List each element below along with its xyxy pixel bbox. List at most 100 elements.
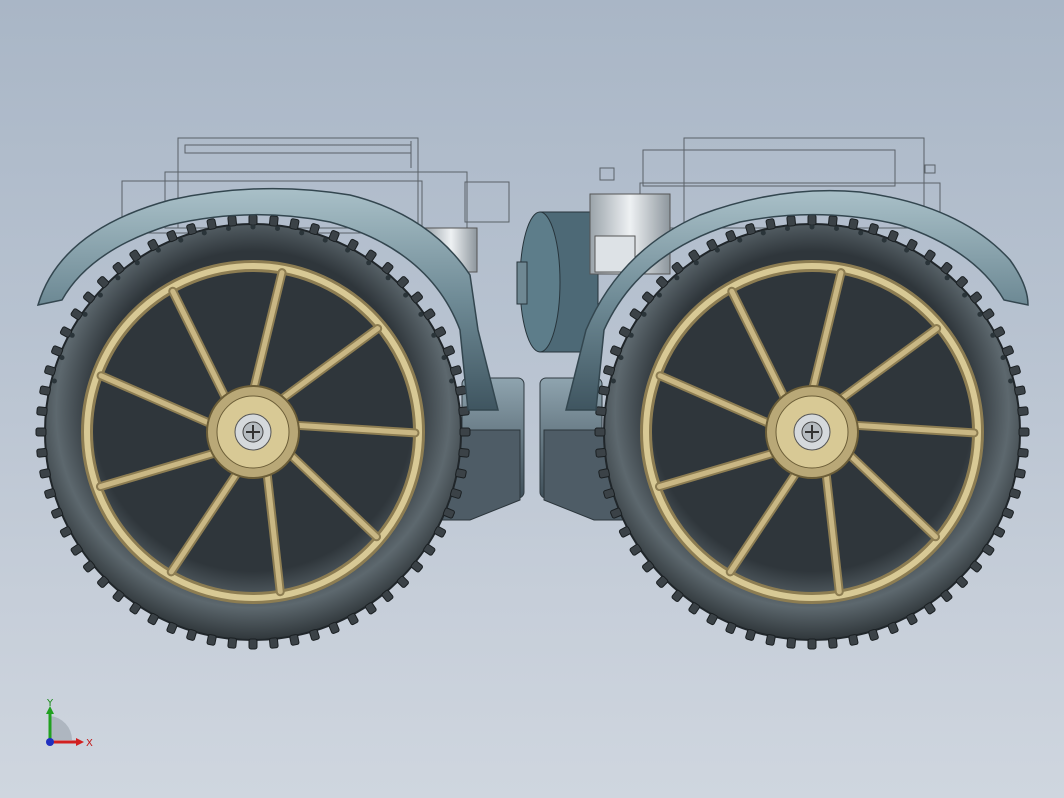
fender-stud	[418, 311, 424, 317]
fender-stud	[977, 311, 983, 317]
tread-block	[828, 215, 838, 227]
tread-block	[458, 448, 470, 458]
tread-block	[248, 638, 258, 650]
fender-stud	[714, 247, 720, 253]
tread-block	[206, 634, 217, 646]
tread-block	[1001, 507, 1014, 519]
fender-stud	[51, 378, 57, 384]
tread-block	[1018, 427, 1030, 437]
axis-triad: X Y	[46, 698, 93, 749]
tread-block	[1014, 385, 1026, 396]
tread-block	[309, 628, 320, 641]
tread-block	[807, 638, 817, 650]
fender-stud	[345, 247, 351, 253]
tread-block	[328, 621, 340, 634]
fender-stud	[904, 247, 910, 253]
fender-stud	[115, 275, 121, 281]
fender-stud	[134, 260, 140, 266]
tread-block	[44, 365, 57, 376]
tread-block	[887, 230, 899, 243]
fender-stud	[82, 311, 88, 317]
fender-stud	[250, 224, 256, 230]
tread-block	[603, 365, 616, 376]
fender-stud	[693, 260, 699, 266]
fender-stud	[299, 230, 305, 236]
fender-stud	[641, 311, 647, 317]
fender-stud	[834, 226, 839, 231]
tread-block	[595, 406, 607, 416]
tread-block	[35, 427, 47, 437]
tread-block	[887, 621, 899, 634]
fender-stud	[944, 275, 950, 281]
tread-block	[1008, 365, 1021, 376]
fender-stud	[178, 237, 184, 243]
tread-block	[765, 218, 776, 230]
fender-stud	[656, 292, 662, 298]
tread-block	[459, 427, 471, 437]
fender-stud	[962, 292, 968, 298]
tread-block	[598, 468, 610, 479]
tread-block	[51, 507, 64, 519]
fender-stud	[610, 378, 616, 384]
tread-block	[166, 621, 178, 634]
fender-stud	[322, 237, 328, 243]
tread-block	[44, 488, 57, 499]
tread-block	[1001, 345, 1014, 357]
fender-stud	[155, 247, 161, 253]
tread-block	[848, 218, 859, 230]
left-wheel[interactable]	[35, 187, 499, 650]
fender-stud	[441, 355, 447, 361]
tread-block	[1017, 448, 1029, 458]
tread-block	[166, 230, 178, 243]
fender-stud	[628, 332, 634, 338]
tread-block	[39, 468, 51, 479]
tread-block	[39, 385, 51, 396]
fender-stud	[618, 355, 624, 361]
tread-block	[328, 230, 340, 243]
fender-stud	[69, 332, 75, 338]
tread-block	[36, 406, 48, 416]
z-axis-icon	[46, 738, 54, 746]
fender-stud	[925, 260, 931, 266]
tread-block	[442, 345, 455, 357]
tread-block	[807, 214, 817, 226]
tread-block	[1014, 468, 1026, 479]
fender-stud	[1008, 378, 1014, 384]
fender-stud	[385, 275, 391, 281]
fender-stud	[431, 332, 437, 338]
fender-stud	[201, 230, 207, 236]
tread-block	[745, 628, 756, 641]
fender-stud	[226, 226, 231, 231]
fender-stud	[760, 230, 766, 236]
fender-stud	[1000, 355, 1006, 361]
fender-stud	[275, 226, 280, 231]
cad-viewport[interactable]	[0, 0, 1064, 798]
tread-block	[248, 214, 258, 226]
fender-stud	[449, 378, 455, 384]
tread-block	[206, 218, 217, 230]
tread-block	[765, 634, 776, 646]
tread-block	[227, 215, 237, 227]
fender-stud	[785, 226, 790, 231]
tread-block	[289, 634, 300, 646]
fender-stud	[858, 230, 864, 236]
tread-block	[1008, 488, 1021, 499]
fender-stud	[59, 355, 65, 361]
tread-block	[455, 468, 467, 479]
tread-block	[868, 628, 879, 641]
x-axis-label: X	[86, 738, 93, 749]
tread-block	[269, 637, 279, 649]
fender-stud	[881, 237, 887, 243]
fender-stud	[674, 275, 680, 281]
tread-block	[269, 215, 279, 227]
fender-stud	[990, 332, 996, 338]
tread-block	[449, 365, 462, 376]
tread-block	[725, 621, 737, 634]
tread-block	[595, 448, 607, 458]
tread-block	[828, 637, 838, 649]
tread-block	[51, 345, 64, 357]
right-wheel[interactable]	[565, 189, 1030, 650]
fender-stud	[737, 237, 743, 243]
fender-stud	[809, 224, 815, 230]
tread-block	[848, 634, 859, 646]
